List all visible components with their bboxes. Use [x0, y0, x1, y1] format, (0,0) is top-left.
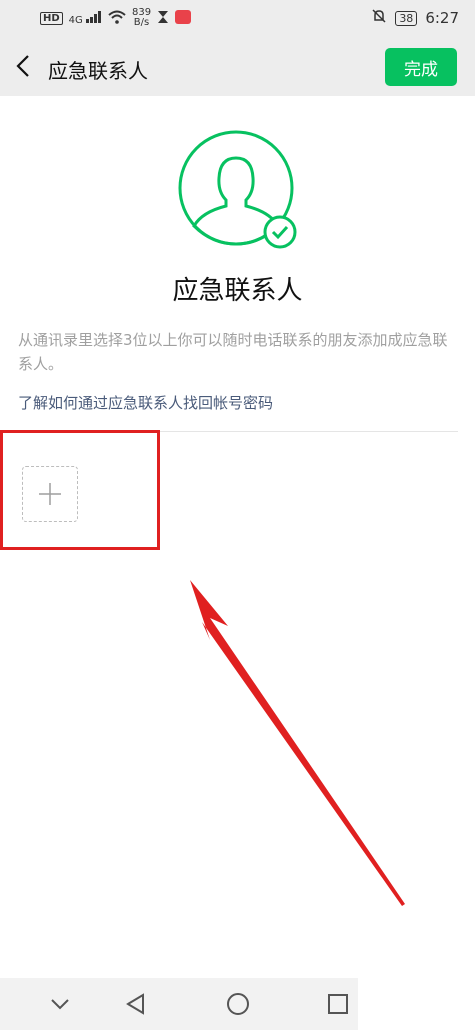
status-right: 38 6:27: [371, 8, 459, 28]
mute-bell-icon: [371, 8, 387, 28]
battery-indicator: 38: [395, 10, 418, 26]
nav-back-button[interactable]: [122, 990, 150, 1018]
speed-unit: B/s: [133, 17, 150, 28]
description-text: 从通讯录里选择3位以上你可以随时电话联系的朋友添加成应急联系人。: [18, 331, 448, 373]
chevron-left-icon: [16, 55, 29, 77]
nav-home-button[interactable]: [224, 990, 252, 1018]
app-notification-icon: [175, 9, 192, 28]
page-title: 应急联系人: [48, 59, 148, 83]
nav-recent-button[interactable]: [324, 990, 352, 1018]
avatar: [178, 130, 298, 250]
status-time: 6:27: [425, 9, 459, 27]
signal-label: 4G: [68, 14, 83, 26]
nav-down-button[interactable]: [46, 990, 74, 1018]
add-contact-button[interactable]: [22, 466, 78, 522]
triangle-back-icon: [126, 993, 144, 1015]
help-link[interactable]: 了解如何通过应急联系人找回帐号密码: [18, 392, 273, 413]
system-nav-bar: [0, 978, 358, 1030]
network-speed: 839 B/s: [132, 8, 151, 28]
section-heading: 应急联系人: [172, 276, 303, 306]
done-button[interactable]: 完成: [385, 48, 457, 86]
plus-icon: [39, 483, 61, 505]
wifi-icon: [108, 9, 126, 28]
chevron-down-icon: [51, 999, 69, 1010]
app-header: 应急联系人 完成: [0, 38, 475, 96]
signal-icon: 4G: [68, 10, 102, 26]
square-recent-icon: [328, 994, 348, 1014]
annotation-arrow: [190, 580, 405, 906]
hourglass-icon: [157, 9, 169, 28]
circle-home-icon: [227, 993, 249, 1015]
user-check-icon: [178, 130, 297, 249]
hd-badge: HD: [40, 11, 63, 25]
status-bar: HD 4G 839 B/s 38 6:27: [0, 0, 475, 38]
back-button[interactable]: [12, 50, 36, 82]
status-left: HD 4G 839 B/s: [40, 8, 192, 28]
